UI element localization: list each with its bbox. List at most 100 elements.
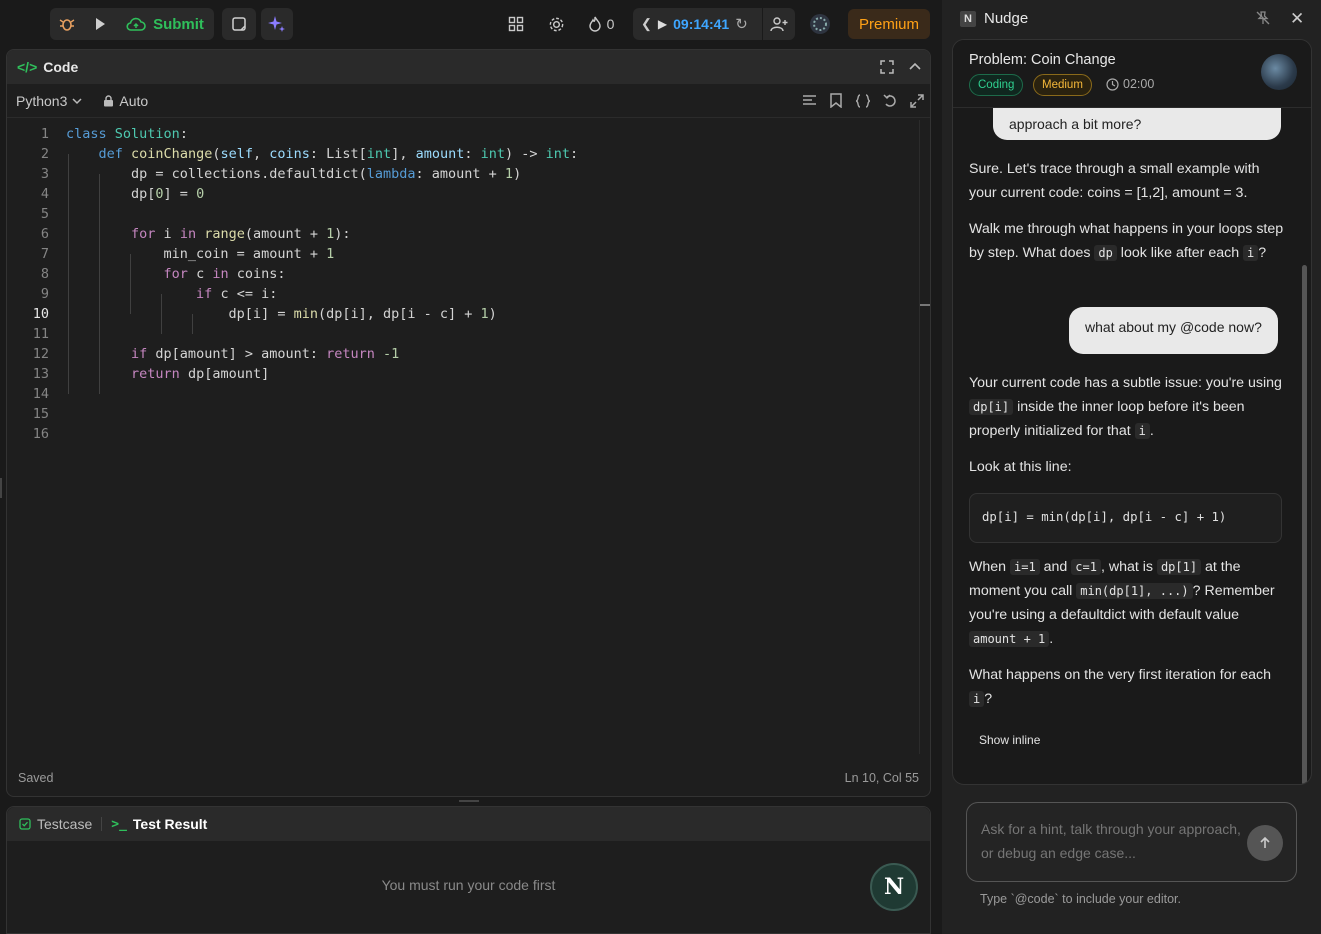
editor-scrollbar[interactable] xyxy=(919,120,930,754)
undo-icon[interactable] xyxy=(883,93,898,108)
add-user-icon xyxy=(770,17,788,32)
line-number: 4 xyxy=(40,186,49,202)
chevron-left-icon[interactable]: ❮ xyxy=(641,16,652,32)
bug-icon xyxy=(59,19,75,31)
checkbox-icon xyxy=(19,818,31,830)
ai-assist-button[interactable] xyxy=(261,8,293,40)
input-hint: Type `@code` to include your editor. xyxy=(980,892,1181,906)
fullscreen-icon[interactable] xyxy=(880,60,894,74)
invite-button[interactable] xyxy=(763,8,795,40)
problem-header: Problem: Coin Change Coding Medium 02:00 xyxy=(953,40,1311,108)
line-number: 5 xyxy=(40,206,49,222)
code-panel-header: </> Code xyxy=(7,50,930,84)
streak-count: 0 xyxy=(606,16,615,32)
gear-icon xyxy=(549,17,563,31)
timer-display: 09:14:41 xyxy=(673,16,730,32)
tab-test-result-label: Test Result xyxy=(132,816,208,832)
assistant-paragraph: Sure. Let's trace through a small exampl… xyxy=(969,161,1260,201)
flame-icon xyxy=(588,16,601,32)
cloud-upload-icon xyxy=(126,17,146,31)
avatar[interactable] xyxy=(1261,54,1297,90)
user-message-text: what about my @code now? xyxy=(1085,319,1262,335)
code-line: def coinChange(self, coins: List[int], a… xyxy=(98,146,579,162)
submit-button[interactable]: Submit xyxy=(116,8,214,40)
nudge-title: Nudge xyxy=(984,10,1029,27)
coding-badge: Coding xyxy=(969,74,1024,96)
test-empty-message: You must run your code first xyxy=(381,877,556,893)
line-number: 9 xyxy=(40,286,49,302)
run-button[interactable] xyxy=(84,8,116,40)
close-icon[interactable]: ✕ xyxy=(1290,9,1304,29)
editor-status-bar: Saved Ln 10, Col 55 xyxy=(7,760,930,796)
line-number: 13 xyxy=(32,366,49,382)
code-line: return dp[amount] xyxy=(131,366,270,382)
play-icon xyxy=(96,18,105,30)
nudge-header: N Nudge xyxy=(960,10,1028,27)
code-line: if c <= i: xyxy=(196,286,278,302)
language-select[interactable]: Python3 xyxy=(16,93,83,109)
inline-code: min(dp[1], ...) xyxy=(1076,583,1193,599)
line-number: 1 xyxy=(40,126,49,142)
language-label: Python3 xyxy=(16,92,68,109)
text-span: . xyxy=(1049,631,1054,647)
line-number: 6 xyxy=(40,226,49,242)
session-timer: 02:00 xyxy=(1106,77,1154,91)
nudge-launcher-button[interactable]: N xyxy=(870,863,918,911)
line-number: 12 xyxy=(32,346,49,362)
reset-icon[interactable]: ↻ xyxy=(735,15,748,33)
assistant-message: Your current code has a subtle issue: yo… xyxy=(969,371,1289,479)
chevron-down-icon xyxy=(72,97,82,104)
code-snippet-block: dp[i] = min(dp[i], dp[i - c] + 1) xyxy=(969,493,1282,543)
layout-button[interactable] xyxy=(505,8,527,40)
braces-icon[interactable] xyxy=(855,93,871,108)
format-icon[interactable] xyxy=(802,94,817,108)
code-line: class Solution: xyxy=(66,126,188,142)
text-span: and xyxy=(1039,559,1072,575)
code-panel-title: Code xyxy=(43,59,79,75)
show-inline-button[interactable]: Show inline xyxy=(979,733,1040,747)
inline-code: dp[1] xyxy=(1156,559,1202,575)
line-number: 3 xyxy=(40,166,49,182)
problem-title: Problem: Coin Change xyxy=(969,52,1116,68)
auto-mode-toggle[interactable]: Auto xyxy=(103,93,148,109)
chat-container: Problem: Coin Change Coding Medium 02:00… xyxy=(952,39,1312,785)
line-number: 7 xyxy=(40,246,49,262)
line-number: 14 xyxy=(32,386,49,402)
bookmark-icon[interactable] xyxy=(829,93,843,108)
clock-icon xyxy=(1106,77,1119,91)
line-number: 16 xyxy=(32,426,49,442)
code-line: dp[0] = 0 xyxy=(66,186,205,202)
streak-counter[interactable]: 0 xyxy=(584,8,618,40)
avatar-icon xyxy=(810,14,830,34)
text-span: . xyxy=(1149,423,1154,439)
chat-scrollbar[interactable] xyxy=(1302,265,1307,784)
line-number: 8 xyxy=(40,266,49,282)
sparkle-icon xyxy=(268,16,285,32)
panel-resize-handle[interactable] xyxy=(459,800,479,802)
tab-test-result[interactable]: >_ Test Result xyxy=(111,816,207,832)
assistant-paragraph: What happens on the very first iteration… xyxy=(969,663,1289,711)
timer-control: ❮ ▶ 09:14:41 ↻ xyxy=(633,8,762,40)
expand-icon[interactable] xyxy=(910,93,924,108)
tab-testcase[interactable]: Testcase xyxy=(19,816,92,832)
unpin-icon[interactable] xyxy=(1256,11,1270,25)
inline-code: c=1 xyxy=(1071,559,1101,575)
text-span: What happens on the very first iteration… xyxy=(969,667,1272,683)
inline-code: i xyxy=(969,691,985,707)
top-toolbar: Submit 0 ❮ ▶ 09:14:41 ↻ Premium xyxy=(0,0,942,48)
chat-input[interactable] xyxy=(981,817,1241,867)
inline-code: i=1 xyxy=(1010,559,1040,575)
settings-button[interactable] xyxy=(545,8,567,40)
send-button[interactable] xyxy=(1247,825,1283,861)
resize-handle[interactable] xyxy=(0,478,2,498)
premium-button[interactable]: Premium xyxy=(848,9,930,39)
notes-button[interactable] xyxy=(222,8,256,40)
text-span: When xyxy=(969,559,1011,575)
line-number: 15 xyxy=(32,406,49,422)
assistant-paragraph: Look at this line: xyxy=(969,459,1072,475)
collapse-icon[interactable] xyxy=(908,60,922,74)
code-editor[interactable]: 1 2 3 4 5 6 7 8 9 10 11 12 13 14 15 16 class Solution: … xyxy=(7,120,919,756)
debug-button[interactable] xyxy=(50,8,84,40)
profile-avatar[interactable] xyxy=(808,8,832,40)
play-timer-icon[interactable]: ▶ xyxy=(658,17,667,31)
